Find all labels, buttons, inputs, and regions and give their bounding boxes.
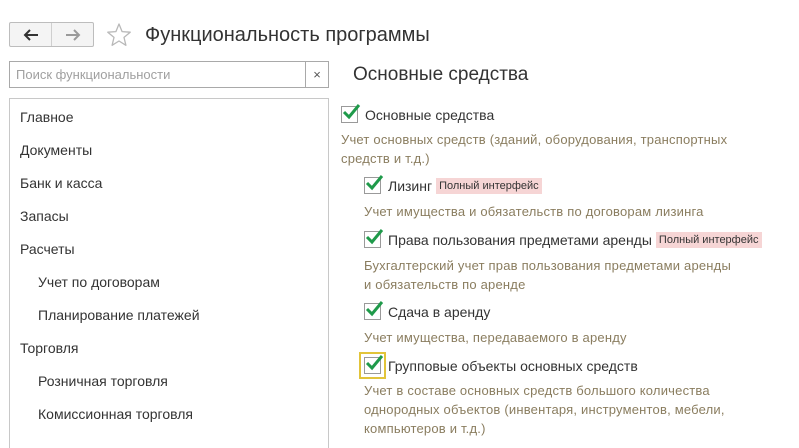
option-description: Учет имущества и обязательств по договор… [364,204,704,219]
sidebar-item-inventory[interactable]: Запасы [20,208,69,224]
option-label: Сдача в аренду [388,303,491,320]
star-icon[interactable] [106,22,132,48]
clear-search-button[interactable]: × [305,62,328,87]
rent-out-checkbox[interactable] [364,301,384,320]
history-nav [9,22,94,47]
option-lease-rights[interactable]: Права пользования предметами аренды Полн… [364,229,762,248]
checkmark-icon [365,229,384,245]
lease-rights-checkbox[interactable] [364,229,384,248]
fixed-assets-checkbox[interactable] [341,104,361,123]
sidebar-item-trade[interactable]: Торговля [20,340,78,356]
sidebar-item-retail[interactable]: Розничная торговля [38,373,168,389]
full-interface-badge: Полный интерфейс [436,177,542,194]
sidebar-item-contracts[interactable]: Учет по договорам [38,274,160,290]
full-interface-badge: Полный интерфейс [655,231,762,248]
sidebar-item-payment-planning[interactable]: Планирование платежей [38,307,200,323]
option-leasing[interactable]: Лизинг Полный интерфейс [364,175,542,194]
option-description: Учет в составе основных средств большого… [364,383,725,436]
back-button[interactable] [10,23,51,46]
sidebar: Главное Документы Банк и касса Запасы Ра… [9,98,329,448]
section-title: Основные средства [353,64,529,85]
search-input[interactable] [10,62,305,87]
arrow-right-icon [65,28,80,41]
option-description: Бухгалтерский учет прав пользования пред… [364,258,732,292]
forward-button[interactable] [51,23,93,46]
page-title: Функциональность программы [145,24,430,46]
checkmark-icon [365,301,384,317]
option-label: Основные средства [365,106,495,123]
sidebar-item-bank-cash[interactable]: Банк и касса [20,175,102,191]
option-label: Права пользования предметами аренды [388,231,652,248]
sidebar-item-documents[interactable]: Документы [20,142,92,158]
leasing-checkbox[interactable] [364,175,384,194]
option-label: Групповые объекты основных средств [388,357,638,374]
checkmark-icon [365,175,384,191]
close-icon: × [313,67,321,82]
checkmark-icon [342,104,361,120]
arrow-left-icon [23,28,38,41]
sidebar-item-commission[interactable]: Комиссионная торговля [38,406,193,422]
option-rent-out[interactable]: Сдача в аренду [364,301,491,320]
sidebar-item-main[interactable]: Главное [20,109,74,125]
checkmark-icon [365,355,384,371]
option-fixed-assets[interactable]: Основные средства [341,104,495,123]
option-group-assets[interactable]: Групповые объекты основных средств [359,352,638,379]
sidebar-item-settlements[interactable]: Расчеты [20,241,75,257]
option-description: Учет основных средств (зданий, оборудова… [341,132,728,166]
option-description: Учет имущества, передаваемого в аренду [364,330,627,345]
option-label: Лизинг [388,177,433,194]
search-box: × [9,61,329,88]
group-assets-checkbox[interactable] [359,352,386,379]
